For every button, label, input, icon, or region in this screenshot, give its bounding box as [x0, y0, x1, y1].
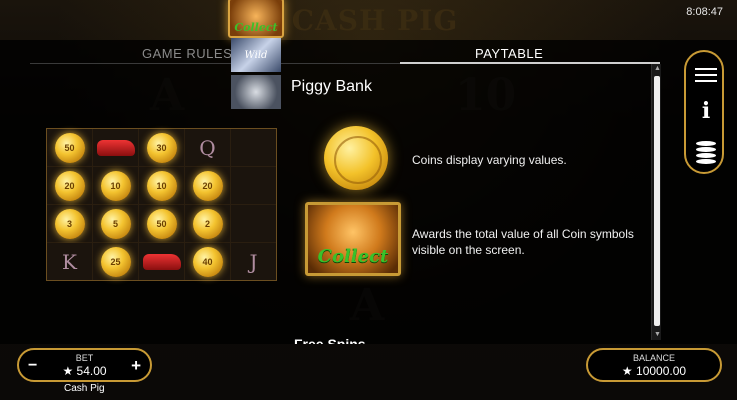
info-icon[interactable]: i — [694, 98, 718, 124]
balance-value: ★ 10000.00 — [621, 364, 687, 378]
coin-symbol-small: 10 — [146, 170, 177, 201]
wild-label: Wild — [244, 49, 268, 61]
reel-cell: Q — [185, 129, 230, 166]
menu-icon[interactable] — [694, 64, 718, 88]
tab-game-rules[interactable]: GAME RULES — [142, 46, 232, 61]
coins-stack-icon[interactable] — [694, 140, 718, 164]
letter-symbol: K — [62, 249, 77, 274]
reel-cell: 10 — [139, 167, 184, 204]
coin-symbol-small: 10 — [100, 170, 131, 201]
scroll-thumb[interactable] — [654, 76, 660, 326]
tab-paytable[interactable]: PAYTABLE — [475, 46, 543, 61]
reel-cell: 30 — [139, 129, 184, 166]
active-tab-indicator — [400, 62, 660, 64]
coin-symbol-small: 5 — [100, 208, 131, 239]
coin-symbol-small: 20 — [192, 170, 223, 201]
reel-cell: 50 — [139, 205, 184, 242]
game-name: Cash Pig — [64, 383, 105, 394]
reel-cell — [231, 129, 276, 166]
reel-cell: 3 — [47, 205, 92, 242]
bet-increase-button[interactable]: + — [131, 356, 141, 376]
scroll-down-arrow-icon[interactable]: ▼ — [654, 331, 661, 338]
coin-symbol — [324, 126, 388, 190]
background-logo: CASH PIG — [291, 4, 459, 37]
scroll-up-arrow-icon[interactable]: ▲ — [654, 65, 661, 72]
car-symbol — [96, 139, 135, 156]
collect-label: Collect — [317, 246, 389, 267]
watch-symbol-small — [231, 75, 281, 109]
reel-cell: 5 — [93, 205, 138, 242]
collect-label-small: Collect — [234, 21, 278, 34]
reel-cell: 20 — [185, 167, 230, 204]
reel-cell: K — [47, 243, 92, 280]
coin-symbol-small: 20 — [54, 170, 85, 201]
coin-symbol-small: 2 — [192, 208, 223, 239]
next-section-title: Free Spins — [294, 336, 366, 344]
coin-symbol-small: 40 — [192, 246, 223, 277]
clock: 8:08:47 — [686, 6, 723, 18]
side-button-panel: i — [684, 50, 724, 174]
collect-symbol-small: Collect — [228, 0, 284, 38]
letter-symbol: Q — [199, 135, 216, 160]
reel-cell: 50 — [47, 129, 92, 166]
coin-symbol-small: 25 — [100, 246, 131, 277]
collect-symbol: Collect — [305, 202, 401, 276]
balance-display: BALANCE ★ 10000.00 — [586, 348, 722, 382]
reel-cell — [93, 129, 138, 166]
reel-cell: J — [231, 243, 276, 280]
reel-cell: 25 — [93, 243, 138, 280]
balance-label: BALANCE — [632, 353, 676, 363]
wild-symbol-small: Wild — [231, 38, 281, 72]
coin-description: Coins display varying values. — [412, 153, 567, 167]
section-title: Piggy Bank — [291, 78, 372, 95]
reel-cell: 40 — [185, 243, 230, 280]
collect-description: Awards the total value of all Coin symbo… — [412, 227, 634, 257]
coin-symbol-small: 3 — [54, 208, 85, 239]
reel-cell — [231, 205, 276, 242]
coin-symbol-small: 30 — [146, 132, 177, 163]
car-symbol — [142, 253, 181, 270]
reel-cell — [231, 167, 276, 204]
letter-symbol: J — [249, 249, 258, 274]
reel-cell: 20 — [47, 167, 92, 204]
coin-symbol-small: 50 — [146, 208, 177, 239]
reel-cell: 2 — [185, 205, 230, 242]
bet-control: − BET ★ 54.00 + — [17, 348, 152, 382]
example-reel-grid: 50 30 Q 20 10 10 20 3 5 50 2 K 25 40 J — [46, 128, 277, 281]
reel-cell: 10 — [93, 167, 138, 204]
scrollbar[interactable]: ▲ ▼ — [651, 64, 661, 340]
coin-symbol-small: 50 — [54, 132, 85, 163]
reel-cell — [139, 243, 184, 280]
